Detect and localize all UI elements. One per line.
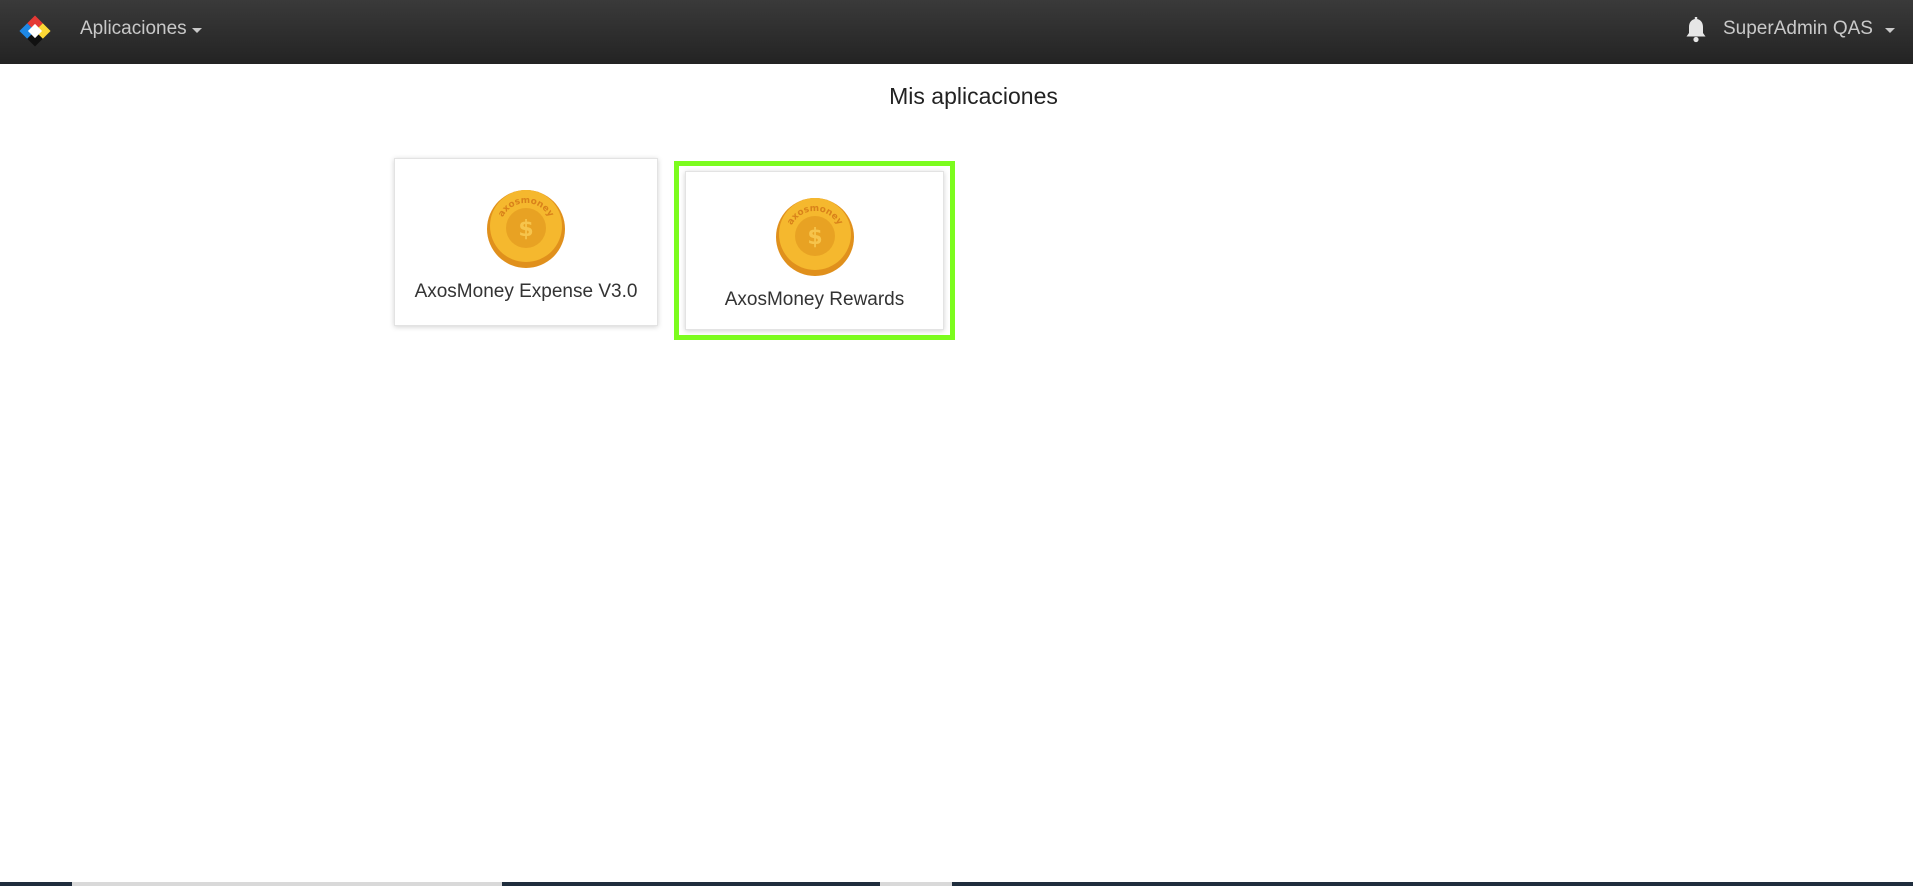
axosmoney-coin-icon: $ axosmoney (487, 190, 565, 268)
svg-text:$: $ (518, 217, 533, 242)
app-card-expense[interactable]: $ axosmoney AxosMoney Expense V3.0 (394, 158, 658, 326)
user-name: SuperAdmin QAS (1723, 18, 1873, 39)
apps-menu-label: Aplicaciones (80, 18, 187, 39)
chevron-down-icon (191, 27, 202, 33)
page-title: Mis aplicaciones (889, 83, 1058, 109)
apps-menu-dropdown[interactable]: Aplicaciones (80, 18, 202, 40)
top-navbar: Aplicaciones SuperAdmin QAS (0, 0, 1913, 64)
selection-highlight: $ axosmoney AxosMoney Rewards (674, 161, 955, 340)
app-card-rewards[interactable]: $ axosmoney AxosMoney Rewards (685, 171, 944, 330)
axosmoney-coin-icon: $ axosmoney (775, 198, 854, 276)
app-card-label: AxosMoney Expense V3.0 (414, 281, 638, 302)
svg-text:$: $ (807, 225, 822, 250)
user-menu-dropdown[interactable]: SuperAdmin QAS (1723, 18, 1895, 40)
chevron-down-icon (1884, 27, 1895, 33)
brand-logo-icon[interactable] (18, 14, 52, 48)
app-card-label: AxosMoney Rewards (724, 289, 905, 310)
taskbar-strip (0, 882, 1913, 886)
notifications-bell-icon[interactable] (1684, 17, 1708, 43)
